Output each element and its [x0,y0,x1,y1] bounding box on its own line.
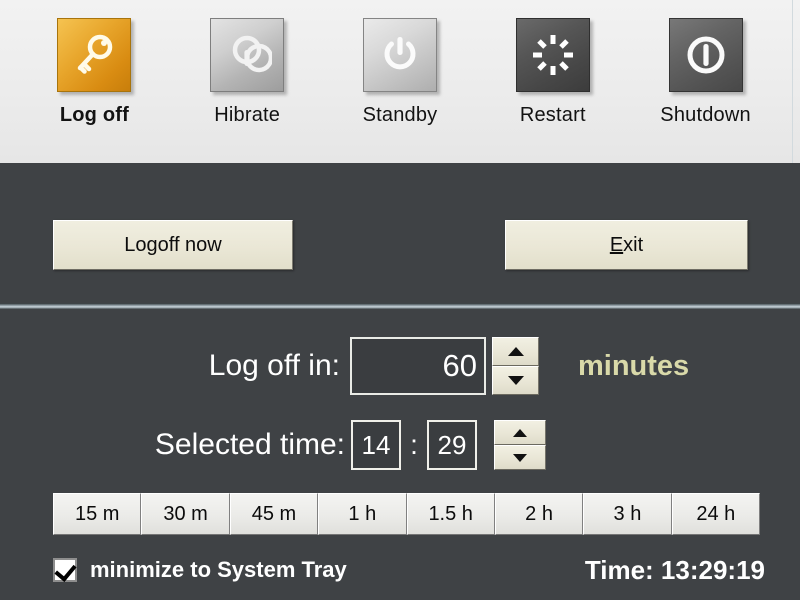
toolbar-item-hibrate[interactable]: Hibrate [171,18,324,127]
minutes-unit-label: minutes [578,349,690,382]
logoff-in-input[interactable]: 60 [350,337,486,395]
power-circle-icon [668,18,743,92]
preset-duration-bar: 15 m 30 m 45 m 1 h 1.5 h 2 h 3 h 24 h [53,493,760,535]
preset-button[interactable]: 1 h [318,493,407,535]
selected-time-label: Selected time: [154,428,345,461]
selected-time-stepper-down[interactable] [494,445,546,470]
preset-label: 3 h [613,502,642,525]
mode-toolbar: Log off Hibrate Standby Restart Shutdown [0,0,800,163]
preset-label: 1.5 h [428,502,473,525]
hibernate-icon [210,18,285,92]
preset-label: 1 h [348,502,377,525]
toolbar-item-shutdown[interactable]: Shutdown [629,18,782,127]
power-standby-icon [362,18,437,92]
logoff-in-stepper-down[interactable] [492,366,539,395]
toolbar-label-restart: Restart [519,104,586,126]
logoff-now-button[interactable]: Logoff now [53,220,293,270]
preset-label: 30 m [163,502,208,525]
checkmark-icon [54,559,77,582]
selected-minute-input[interactable]: 29 [427,420,477,470]
exit-button[interactable]: Exit [505,220,748,270]
preset-label: 24 h [696,502,736,525]
selected-time-row: Selected time: 14 : 29 [0,418,800,474]
preset-button[interactable]: 15 m [53,493,142,535]
toolbar-item-standby[interactable]: Standby [324,18,477,127]
selected-time-stepper-up[interactable] [494,420,546,445]
restart-sun-icon [515,18,590,92]
selected-time-stepper[interactable] [494,420,546,470]
logoff-in-stepper-up[interactable] [492,337,539,366]
preset-label: 45 m [251,502,297,525]
toolbar-label-standby: Standby [362,104,438,126]
minimize-to-tray-label: minimize to System Tray [90,557,347,582]
exit-label-rest: xit [623,233,644,256]
preset-button[interactable]: 24 h [671,493,760,535]
preset-button[interactable]: 30 m [141,493,230,535]
toolbar-label-log-off: Log off [59,104,129,126]
preset-label: 15 m [74,502,120,525]
checkbox-box[interactable] [53,558,77,582]
toolbar-label-hibrate: Hibrate [214,104,281,126]
toolbar-item-log-off[interactable]: Log off [18,18,171,127]
exit-label: Exit [610,234,643,257]
minimize-to-tray-checkbox[interactable]: minimize to System Tray [53,552,347,588]
key-icon [57,18,132,92]
exit-accelerator: E [609,233,624,256]
preset-button[interactable]: 3 h [583,493,672,535]
triangle-down-icon [513,453,527,462]
current-time-display: Time: 13:29:19 [584,554,765,585]
preset-button[interactable]: 45 m [229,493,319,535]
preset-button[interactable]: 2 h [494,493,584,535]
triangle-up-icon [513,428,527,437]
toolbar-label-shutdown: Shutdown [660,104,751,126]
logoff-now-label: Logoff now [124,233,222,256]
triangle-up-icon [507,347,524,356]
logoff-in-stepper[interactable] [492,337,539,395]
status-row: minimize to System Tray Time: 13:29:19 [0,552,800,592]
logoff-in-row: Log off in: 60 minutes [0,337,800,397]
triangle-down-icon [507,376,524,385]
logoff-in-label: Log off in: [208,349,340,382]
logoff-timer-window: Log off Hibrate Standby Restart Shutdown… [0,0,800,600]
time-separator: : [410,429,418,460]
preset-label: 2 h [525,502,553,525]
toolbar-item-restart[interactable]: Restart [476,18,629,127]
preset-button[interactable]: 1.5 h [406,493,495,535]
selected-hour-input[interactable]: 14 [351,420,401,470]
